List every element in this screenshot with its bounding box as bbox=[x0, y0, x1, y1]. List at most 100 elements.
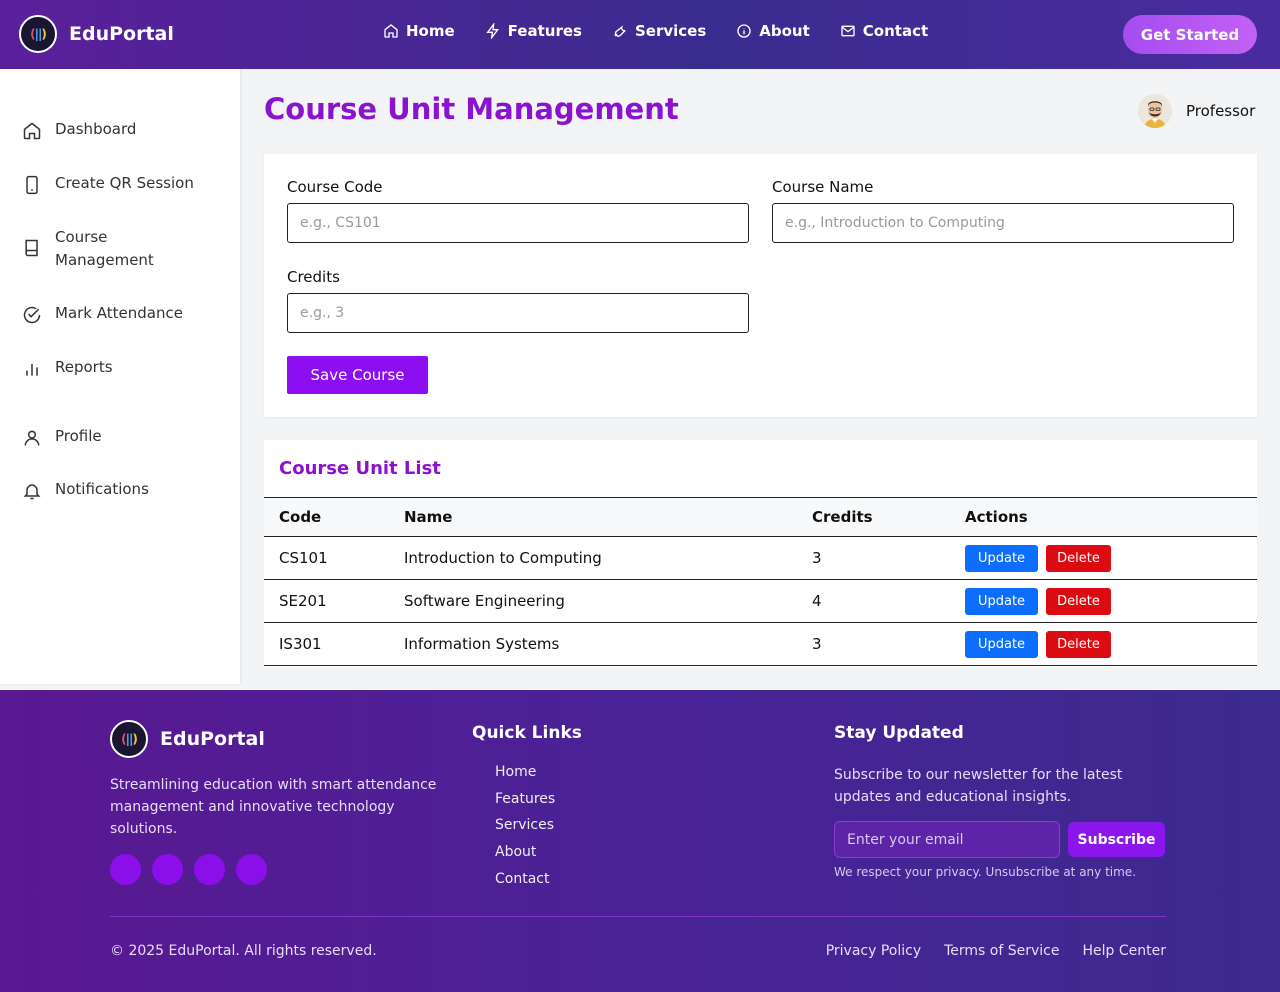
update-button[interactable]: Update bbox=[965, 544, 1038, 572]
update-button[interactable]: Update bbox=[965, 630, 1038, 658]
home-icon bbox=[384, 24, 398, 38]
nav-item-contact[interactable]: Contact bbox=[840, 22, 928, 40]
table-row: CS101 Introduction to Computing 3 Update… bbox=[264, 537, 1257, 580]
update-button[interactable]: Update bbox=[965, 587, 1038, 615]
subscribe-button[interactable]: Subscribe bbox=[1068, 822, 1165, 857]
sidebar-item-reports[interactable]: Reports bbox=[22, 358, 113, 379]
footer-link-services[interactable]: Services bbox=[495, 817, 555, 844]
privacy-note: We respect your privacy. Unsubscribe at … bbox=[834, 865, 1137, 879]
table-header-row: Code Name Credits Actions bbox=[264, 497, 1257, 537]
delete-button[interactable]: Delete bbox=[1046, 587, 1111, 615]
social-links bbox=[110, 854, 278, 885]
avatar bbox=[1138, 94, 1172, 128]
logo-icon: (||) bbox=[19, 15, 57, 53]
course-list-title: Course Unit List bbox=[279, 458, 441, 479]
quick-links-list: Home Features Services About Contact bbox=[495, 764, 555, 897]
social-icon[interactable] bbox=[194, 854, 225, 885]
footer-brand-name: EduPortal bbox=[160, 728, 265, 750]
legal-links: Privacy Policy Terms of Service Help Cen… bbox=[803, 943, 1166, 959]
sidebar-item-profile[interactable]: Profile bbox=[22, 427, 102, 448]
footer-link-features[interactable]: Features bbox=[495, 791, 555, 818]
footer-divider bbox=[110, 916, 1166, 917]
newsletter-text: Subscribe to our newsletter for the late… bbox=[834, 767, 1123, 805]
wrench-icon bbox=[614, 25, 626, 38]
book-icon bbox=[25, 239, 38, 257]
nav-item-home[interactable]: Home bbox=[383, 22, 455, 40]
nav-item-services[interactable]: Services bbox=[612, 22, 706, 40]
column-header-name: Name bbox=[404, 508, 453, 526]
footer-link-contact[interactable]: Contact bbox=[495, 871, 555, 898]
social-icon[interactable] bbox=[236, 854, 267, 885]
save-course-button[interactable]: Save Course bbox=[287, 356, 428, 394]
cell-credits: 4 bbox=[812, 592, 822, 610]
logo-icon: (||) bbox=[110, 720, 148, 758]
footer-link-home[interactable]: Home bbox=[495, 764, 555, 791]
user-role: Professor bbox=[1186, 102, 1256, 120]
brand-name: EduPortal bbox=[69, 23, 174, 45]
phone-icon bbox=[26, 175, 38, 195]
newsletter-email-input[interactable] bbox=[834, 821, 1060, 858]
user-icon bbox=[24, 430, 40, 446]
footer-link-about[interactable]: About bbox=[495, 844, 555, 871]
main-nav: Home Features Services About Contact bbox=[383, 22, 958, 40]
footer-description: Streamlining education with smart attend… bbox=[110, 777, 437, 837]
course-name-input[interactable] bbox=[772, 203, 1234, 243]
sidebar-item-create-qr-session[interactable]: Create QR Session bbox=[22, 174, 194, 195]
copyright-text: © 2025 EduPortal. All rights reserved. bbox=[110, 943, 377, 959]
help-center-link[interactable]: Help Center bbox=[1083, 943, 1167, 959]
course-code-label: Course Code bbox=[287, 178, 383, 196]
mail-icon bbox=[841, 25, 855, 37]
course-name-label: Course Name bbox=[772, 178, 874, 196]
footer: (||) EduPortal Streamlining education wi… bbox=[0, 690, 1280, 992]
credits-label: Credits bbox=[287, 268, 340, 286]
delete-button[interactable]: Delete bbox=[1046, 544, 1111, 572]
nav-item-features[interactable]: Features bbox=[485, 22, 582, 40]
column-header-credits: Credits bbox=[812, 508, 873, 526]
top-navbar: (||) EduPortal Home Features Services Ab… bbox=[0, 0, 1280, 69]
check-circle-icon bbox=[23, 306, 41, 324]
footer-brand[interactable]: (||) EduPortal bbox=[110, 720, 265, 758]
column-header-code: Code bbox=[279, 508, 322, 526]
cell-credits: 3 bbox=[812, 635, 822, 653]
newsletter-heading: Stay Updated bbox=[834, 723, 964, 743]
social-icon[interactable] bbox=[110, 854, 141, 885]
cell-name: Information Systems bbox=[404, 635, 560, 653]
cell-name: Introduction to Computing bbox=[404, 549, 602, 567]
sidebar: Dashboard Create QR Session Course Manag… bbox=[0, 69, 240, 684]
course-list-card: Course Unit List Code Name Credits Actio… bbox=[264, 440, 1257, 667]
course-form-card: Course Code Course Name Credits Save Cou… bbox=[264, 154, 1257, 417]
social-icon[interactable] bbox=[152, 854, 183, 885]
nav-item-about[interactable]: About bbox=[736, 22, 810, 40]
column-header-actions: Actions bbox=[965, 508, 1028, 526]
quick-links-heading: Quick Links bbox=[472, 723, 582, 743]
cell-code: CS101 bbox=[279, 549, 328, 567]
bell-icon bbox=[23, 484, 41, 500]
sidebar-item-dashboard[interactable]: Dashboard bbox=[22, 120, 136, 141]
bar-chart-icon bbox=[26, 364, 38, 376]
page-title: Course Unit Management bbox=[264, 92, 679, 126]
bolt-icon bbox=[486, 23, 499, 39]
user-menu[interactable]: Professor bbox=[1138, 94, 1255, 128]
cell-actions: Update Delete bbox=[950, 580, 1257, 623]
sidebar-item-notifications[interactable]: Notifications bbox=[22, 480, 149, 501]
cell-actions: Update Delete bbox=[950, 537, 1257, 580]
privacy-policy-link[interactable]: Privacy Policy bbox=[826, 943, 921, 959]
course-code-input[interactable] bbox=[287, 203, 749, 243]
brand-logo-link[interactable]: (||) EduPortal bbox=[19, 15, 174, 53]
table-row: SE201 Software Engineering 4 Update Delet… bbox=[264, 580, 1257, 623]
credits-input[interactable] bbox=[287, 293, 749, 333]
table-row: IS301 Information Systems 3 Update Delete bbox=[264, 623, 1257, 666]
cell-actions: Update Delete bbox=[950, 623, 1257, 666]
get-started-button[interactable]: Get Started bbox=[1123, 15, 1257, 54]
sidebar-item-mark-attendance[interactable]: Mark Attendance bbox=[22, 304, 183, 325]
sidebar-item-course-management[interactable]: Course Management bbox=[22, 228, 192, 272]
delete-button[interactable]: Delete bbox=[1046, 630, 1111, 658]
course-table: Code Name Credits Actions CS101 Introduc… bbox=[264, 497, 1257, 666]
cell-code: SE201 bbox=[279, 592, 327, 610]
cell-name: Software Engineering bbox=[404, 592, 565, 610]
cell-credits: 3 bbox=[812, 549, 822, 567]
home-icon bbox=[23, 122, 41, 140]
terms-of-service-link[interactable]: Terms of Service bbox=[944, 943, 1059, 959]
cell-code: IS301 bbox=[279, 635, 322, 653]
info-icon bbox=[737, 24, 751, 38]
